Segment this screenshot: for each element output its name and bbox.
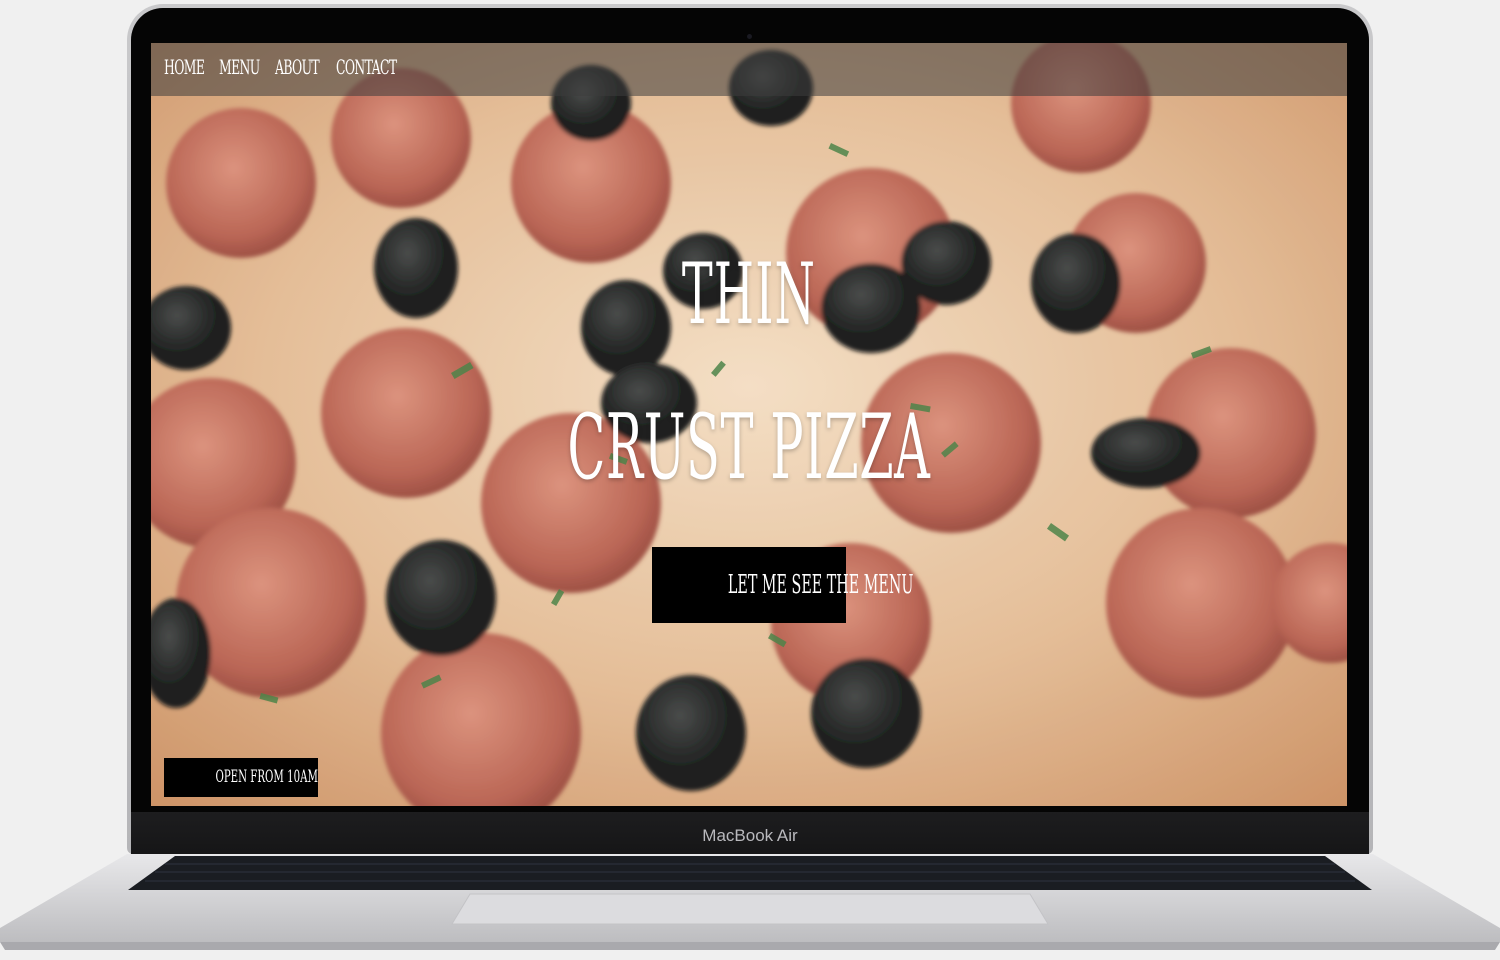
laptop-mockup: HOME MENU ABOUT CONTACT THIN CRUST PIZZA… <box>0 0 1500 960</box>
hero-title-line2: CRUST PIZZA <box>151 395 1347 500</box>
opening-hours-text: OPEN FROM 10AM TO 12PM <box>215 767 318 787</box>
opening-hours-badge: OPEN FROM 10AM TO 12PM <box>164 758 318 797</box>
laptop-base-keyboard <box>0 854 1500 950</box>
device-brand-label: MacBook Air <box>702 826 798 845</box>
nav-home-link[interactable]: HOME <box>164 55 205 79</box>
hero-title-line1-text: THIN <box>681 245 817 343</box>
see-menu-button[interactable]: LET ME SEE THE MENU <box>652 547 913 623</box>
nav-menu-link[interactable]: MENU <box>219 55 260 79</box>
hero-title-line1: THIN <box>151 245 1347 343</box>
website-viewport: HOME MENU ABOUT CONTACT THIN CRUST PIZZA… <box>151 43 1347 806</box>
see-menu-button-label: LET ME SEE THE MENU <box>727 570 914 600</box>
camera-icon <box>747 34 752 39</box>
hero-title-line2-text: CRUST PIZZA <box>567 395 931 500</box>
nav-contact-link[interactable]: CONTACT <box>336 55 397 79</box>
nav-about-link[interactable]: ABOUT <box>275 55 320 79</box>
top-navigation: HOME MENU ABOUT CONTACT <box>151 43 1347 96</box>
